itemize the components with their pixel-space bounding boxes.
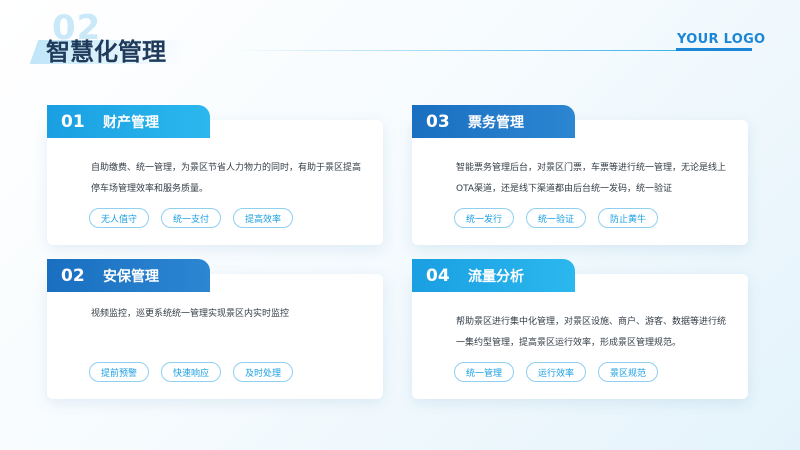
tag[interactable]: 防止黄牛 [598,208,658,228]
tag[interactable]: 及时处理 [233,362,293,382]
logo: YOUR LOGO [677,32,766,47]
header-divider [230,50,752,51]
tag-list: 统一发行 统一验证 防止黄牛 [454,208,658,228]
tag[interactable]: 运行效率 [526,362,586,382]
card-description: 自助缴费、统一管理，为景区节省人力物力的同时，有助于景区提高停车场管理效率和服务… [91,163,362,194]
tag[interactable]: 无人值守 [89,208,149,228]
tag[interactable]: 统一发行 [454,208,514,228]
tag[interactable]: 快速响应 [161,362,221,382]
logo-underline [676,48,752,51]
tag[interactable]: 统一验证 [526,208,586,228]
tag-list: 提前预警 快速响应 及时处理 [89,362,293,382]
tag[interactable]: 景区规范 [598,362,658,382]
card-description: 帮助景区进行集中化管理，对景区设施、商户、游客、数据等进行统一集约型管理，提高景… [456,317,727,348]
tag-list: 无人值守 统一支付 提高效率 [89,208,293,228]
tag-list: 统一管理 运行效率 景区规范 [454,362,658,382]
card-description: 智能票务管理后台，对景区门票，车票等进行统一管理，无论是线上OTA渠道，还是线下… [456,163,727,194]
tag[interactable]: 统一支付 [161,208,221,228]
tag[interactable]: 统一管理 [454,362,514,382]
page-title: 智慧化管理 [46,38,166,66]
card-description: 视频监控，巡更系统统一管理实现景区内实时监控 [91,309,290,319]
tag[interactable]: 提高效率 [233,208,293,228]
tag[interactable]: 提前预警 [89,362,149,382]
